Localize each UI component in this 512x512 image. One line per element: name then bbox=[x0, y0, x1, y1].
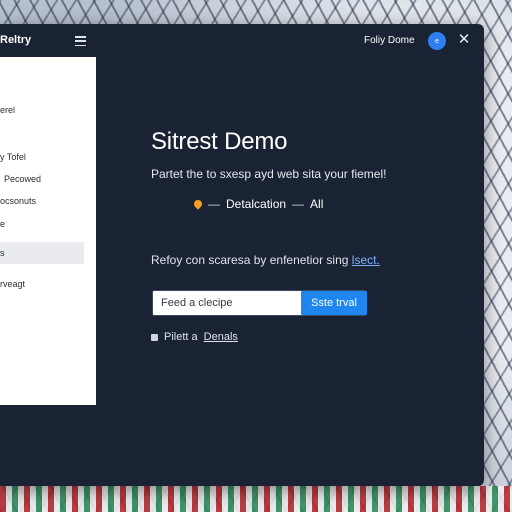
user-name: Foliy Dome bbox=[364, 35, 415, 46]
checkbox-label: Pilett a bbox=[164, 331, 198, 343]
page-subtitle: Partet the to sxesp ayd web sita your fi… bbox=[151, 167, 387, 181]
checkbox-label-link[interactable]: Denals bbox=[204, 331, 238, 343]
breadcrumb-item-location[interactable]: Detalcation bbox=[226, 197, 286, 211]
search-button[interactable]: Sste trval bbox=[301, 291, 367, 315]
main-content: Sitrest Demo Partet the to sxesp ayd web… bbox=[96, 57, 484, 486]
location-pin-icon bbox=[192, 198, 204, 210]
sidebar-item[interactable]: ocsonuts bbox=[0, 196, 84, 206]
hamburger-menu-icon[interactable] bbox=[75, 36, 86, 46]
app-window: Reltry Foliy Dome e ✕ erel y Tofel Pecow… bbox=[0, 24, 484, 486]
breadcrumb-item-all[interactable]: All bbox=[310, 197, 323, 211]
checkbox[interactable] bbox=[151, 333, 158, 341]
title-bar: Reltry Foliy Dome e ✕ bbox=[0, 24, 484, 58]
helper-link[interactable]: lsect. bbox=[352, 253, 380, 267]
breadcrumb: — Detalcation — All bbox=[192, 197, 323, 211]
breadcrumb-separator: — bbox=[208, 197, 220, 211]
sidebar-item[interactable]: y Tofel bbox=[0, 152, 84, 162]
app-name: Reltry bbox=[0, 34, 32, 46]
helper-text: Refoy con scaresa by enfenetior sing lse… bbox=[151, 253, 380, 267]
close-icon[interactable]: ✕ bbox=[457, 31, 471, 49]
sidebar-item[interactable]: rveagt bbox=[0, 279, 84, 289]
helper-text-body: Refoy con scaresa by enfenetior sing bbox=[151, 253, 349, 267]
sidebar-item[interactable]: erel bbox=[0, 105, 84, 115]
avatar[interactable]: e bbox=[428, 32, 446, 50]
sidebar-item[interactable]: e bbox=[0, 219, 84, 229]
sidebar-item-active[interactable]: s bbox=[0, 242, 84, 264]
sidebar-item[interactable]: Pecowed bbox=[4, 174, 88, 184]
breadcrumb-separator: — bbox=[292, 197, 305, 211]
page-title: Sitrest Demo bbox=[151, 128, 288, 155]
background-awnings bbox=[0, 486, 512, 512]
checkbox-row[interactable]: Pilett a Denals bbox=[151, 331, 238, 343]
sidebar: erel y Tofel Pecowed ocsonuts e s rveagt bbox=[0, 57, 96, 405]
